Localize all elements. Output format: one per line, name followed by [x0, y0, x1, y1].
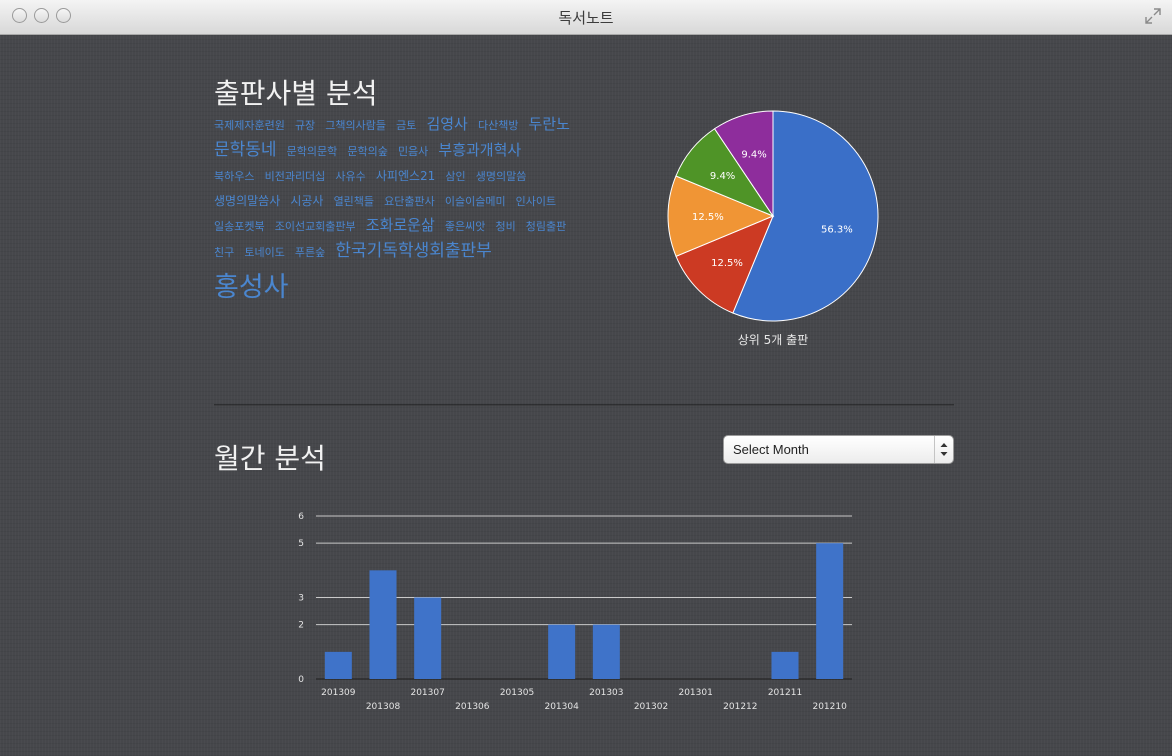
monthly-bar-chart: 0 2 3 5 6 201309 201308 201307 201306 201305 20130…	[298, 512, 852, 712]
bar-x-tick-label: 201305	[500, 688, 534, 698]
monthly-section-title: 월간 분석	[214, 442, 326, 475]
bar-y-tick-label: 5	[298, 539, 304, 549]
pie-slice-label: 12.5%	[692, 212, 724, 223]
bar-x-tick-label: 201212	[723, 702, 757, 712]
bar-x-tick-label: 201306	[455, 702, 490, 712]
bar[interactable]	[771, 651, 799, 679]
pie-slice-label: 56.3%	[821, 225, 853, 236]
charts-layer: 56.3% 12.5% 12.5% 9.4% 9.4% 상위 5개 출판 0 2 3 5 6 20…	[298, 110, 879, 712]
bar[interactable]	[816, 543, 844, 679]
month-select[interactable]: Select Month	[723, 435, 954, 464]
bar-x-tick-label: 201304	[544, 702, 579, 712]
pie-slice-label: 12.5%	[711, 258, 743, 269]
app-window: 독서노트 출판사별 분석 국제제자훈련원 규장 그책의사람들 금토 김영사 다산…	[0, 0, 1172, 756]
bar-y-tick-label: 6	[298, 512, 304, 522]
bar-x-tick-label: 201308	[366, 702, 401, 712]
bar-y-tick-label: 3	[298, 594, 304, 604]
bar[interactable]	[324, 651, 352, 679]
bar-x-tick-label: 201210	[812, 702, 847, 712]
pie-slice-label: 9.4%	[710, 171, 735, 182]
bar-x-tick-label: 201309	[321, 688, 356, 698]
bar-x-tick-label: 201301	[678, 688, 712, 698]
bar-x-tick-label: 201307	[410, 688, 444, 698]
bar[interactable]	[592, 624, 620, 679]
pie-slice-label: 9.4%	[741, 150, 766, 161]
bar-x-tick-label: 201211	[768, 688, 802, 698]
month-select-value: Select Month	[733, 442, 809, 457]
bar-y-tick-label: 2	[298, 621, 304, 631]
publisher-pie-chart: 56.3% 12.5% 12.5% 9.4% 9.4%	[667, 110, 879, 322]
section-divider	[214, 404, 954, 406]
bar-x-tick-label: 201303	[589, 688, 623, 698]
bar[interactable]	[369, 570, 397, 679]
bar-y-tick-label: 0	[298, 675, 304, 685]
bar-x-tick-label: 201302	[634, 702, 668, 712]
pie-caption: 상위 5개 출판	[738, 333, 808, 347]
bar[interactable]	[414, 597, 442, 680]
select-arrows-icon	[934, 436, 953, 463]
bar[interactable]	[548, 624, 576, 679]
